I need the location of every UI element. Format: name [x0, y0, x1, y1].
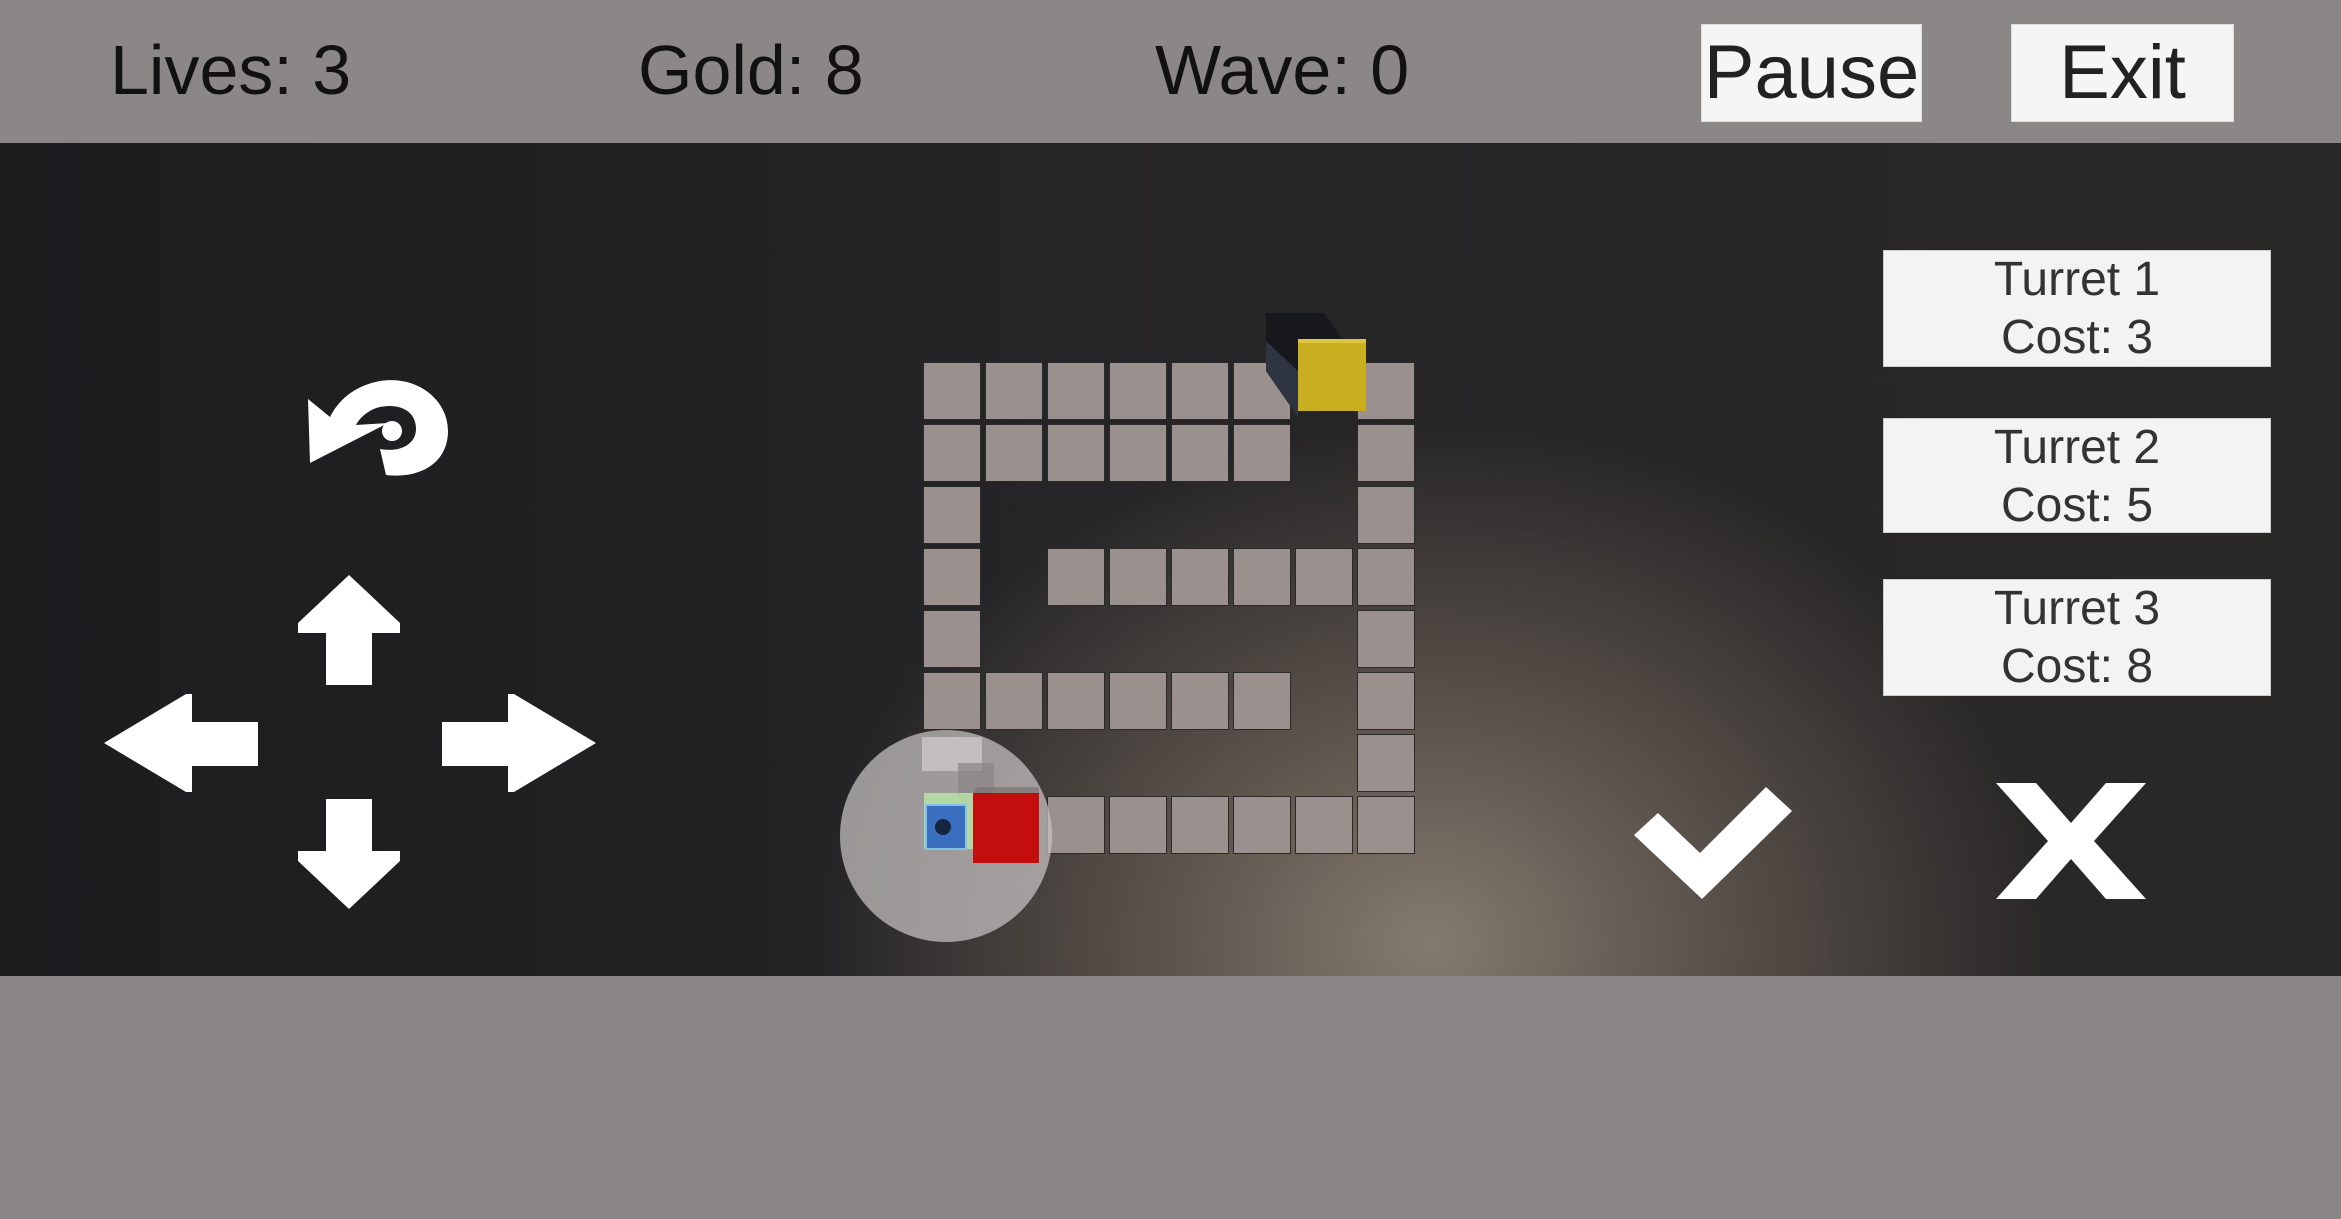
- path-tile: [1233, 424, 1291, 482]
- turret-3-button[interactable]: Turret 3 Cost: 8: [1883, 579, 2271, 696]
- move-down-button[interactable]: [296, 797, 402, 911]
- rotate-icon: [308, 380, 448, 476]
- path-tile: [1233, 796, 1291, 854]
- path-tile: [1109, 672, 1167, 730]
- path-tile: [1357, 672, 1415, 730]
- gold-counter: Gold: 8: [638, 31, 864, 109]
- path-tile: [1109, 548, 1167, 606]
- confirm-button[interactable]: [1630, 783, 1796, 901]
- path-tile: [923, 362, 981, 420]
- path-tile: [1357, 424, 1415, 482]
- goal-cube: [1266, 313, 1366, 417]
- arrow-down-icon: [298, 799, 400, 909]
- turret-1-cost: Cost: 3: [2000, 311, 2154, 364]
- path-tile: [1233, 548, 1291, 606]
- path-tile: [1295, 796, 1353, 854]
- checkmark-icon: [1634, 787, 1792, 899]
- game-viewport[interactable]: Turret 1 Cost: 3 Turret 2 Cost: 5 Turret…: [0, 143, 2341, 976]
- turret-2-name: Turret 2: [1993, 421, 2161, 474]
- path-tile: [1109, 796, 1167, 854]
- bottom-panel: [0, 976, 2341, 1219]
- rotate-button[interactable]: [300, 365, 460, 485]
- turret-2-cost: Cost: 5: [2000, 479, 2154, 532]
- path-tile: [1109, 424, 1167, 482]
- path-tile: [1047, 796, 1105, 854]
- path-tile: [923, 486, 981, 544]
- path-tile: [1047, 672, 1105, 730]
- path-tile: [923, 424, 981, 482]
- path-tile: [1295, 548, 1353, 606]
- path-tile: [1171, 672, 1229, 730]
- path-tile: [1047, 362, 1105, 420]
- move-left-button[interactable]: [102, 692, 260, 794]
- arrow-right-icon: [442, 694, 596, 792]
- path-tile: [985, 672, 1043, 730]
- turret-1-button[interactable]: Turret 1 Cost: 3: [1883, 250, 2271, 367]
- turret-2-button[interactable]: Turret 2 Cost: 5: [1883, 418, 2271, 533]
- exit-button[interactable]: Exit: [2011, 24, 2234, 122]
- path-tile: [1047, 548, 1105, 606]
- cross-icon: [1996, 783, 2146, 899]
- path-tile: [1357, 796, 1415, 854]
- path-tile: [1171, 424, 1229, 482]
- path-tile: [985, 362, 1043, 420]
- arrow-up-icon: [298, 575, 400, 685]
- path-tile: [923, 610, 981, 668]
- path-tile: [1047, 424, 1105, 482]
- path-tile: [1171, 548, 1229, 606]
- move-up-button[interactable]: [296, 573, 402, 687]
- hud-bar: Lives: 3 Gold: 8 Wave: 0 Pause Exit: [0, 0, 2341, 143]
- path-tile: [1109, 362, 1167, 420]
- move-right-button[interactable]: [440, 692, 598, 794]
- path-tile: [1171, 362, 1229, 420]
- turret-3-cost: Cost: 8: [2000, 640, 2154, 693]
- arrow-left-icon: [104, 694, 258, 792]
- path-tile: [1357, 734, 1415, 792]
- turret-1-name: Turret 1: [1993, 253, 2161, 306]
- lives-counter: Lives: 3: [110, 31, 352, 109]
- path-tile: [1357, 486, 1415, 544]
- path-tile: [1233, 672, 1291, 730]
- turret-3-name: Turret 3: [1993, 582, 2161, 635]
- path-tile: [1357, 548, 1415, 606]
- cancel-button[interactable]: [1992, 779, 2150, 903]
- wave-counter: Wave: 0: [1155, 31, 1410, 109]
- path-tile: [923, 548, 981, 606]
- path-tile: [985, 424, 1043, 482]
- placement-cubes: [922, 737, 1039, 863]
- path-tile: [1171, 796, 1229, 854]
- pause-button[interactable]: Pause: [1701, 24, 1922, 122]
- path-tile: [923, 672, 981, 730]
- path-tile: [1357, 610, 1415, 668]
